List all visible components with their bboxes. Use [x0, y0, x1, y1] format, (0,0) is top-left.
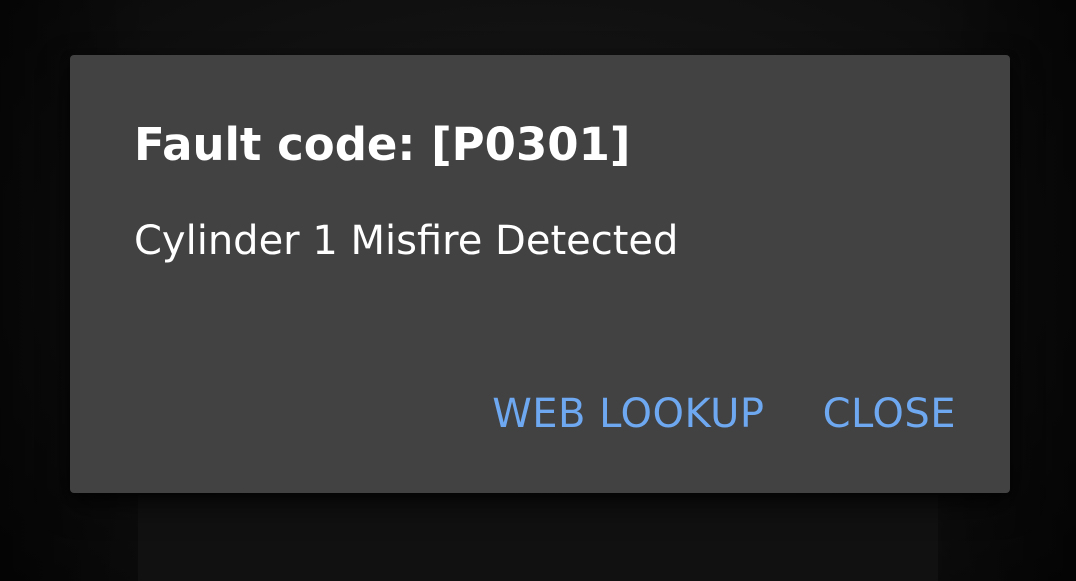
dialog-title: Fault code: [P0301]	[134, 118, 631, 171]
dialog-message: Cylinder 1 Misfire Detected	[134, 218, 679, 264]
dialog-actions: WEB LOOKUP CLOSE	[486, 381, 962, 447]
web-lookup-button[interactable]: WEB LOOKUP	[486, 381, 770, 447]
close-button[interactable]: CLOSE	[817, 381, 962, 447]
fault-code-dialog: Fault code: [P0301] Cylinder 1 Misfire D…	[70, 55, 1010, 493]
background-app-content	[138, 495, 938, 581]
